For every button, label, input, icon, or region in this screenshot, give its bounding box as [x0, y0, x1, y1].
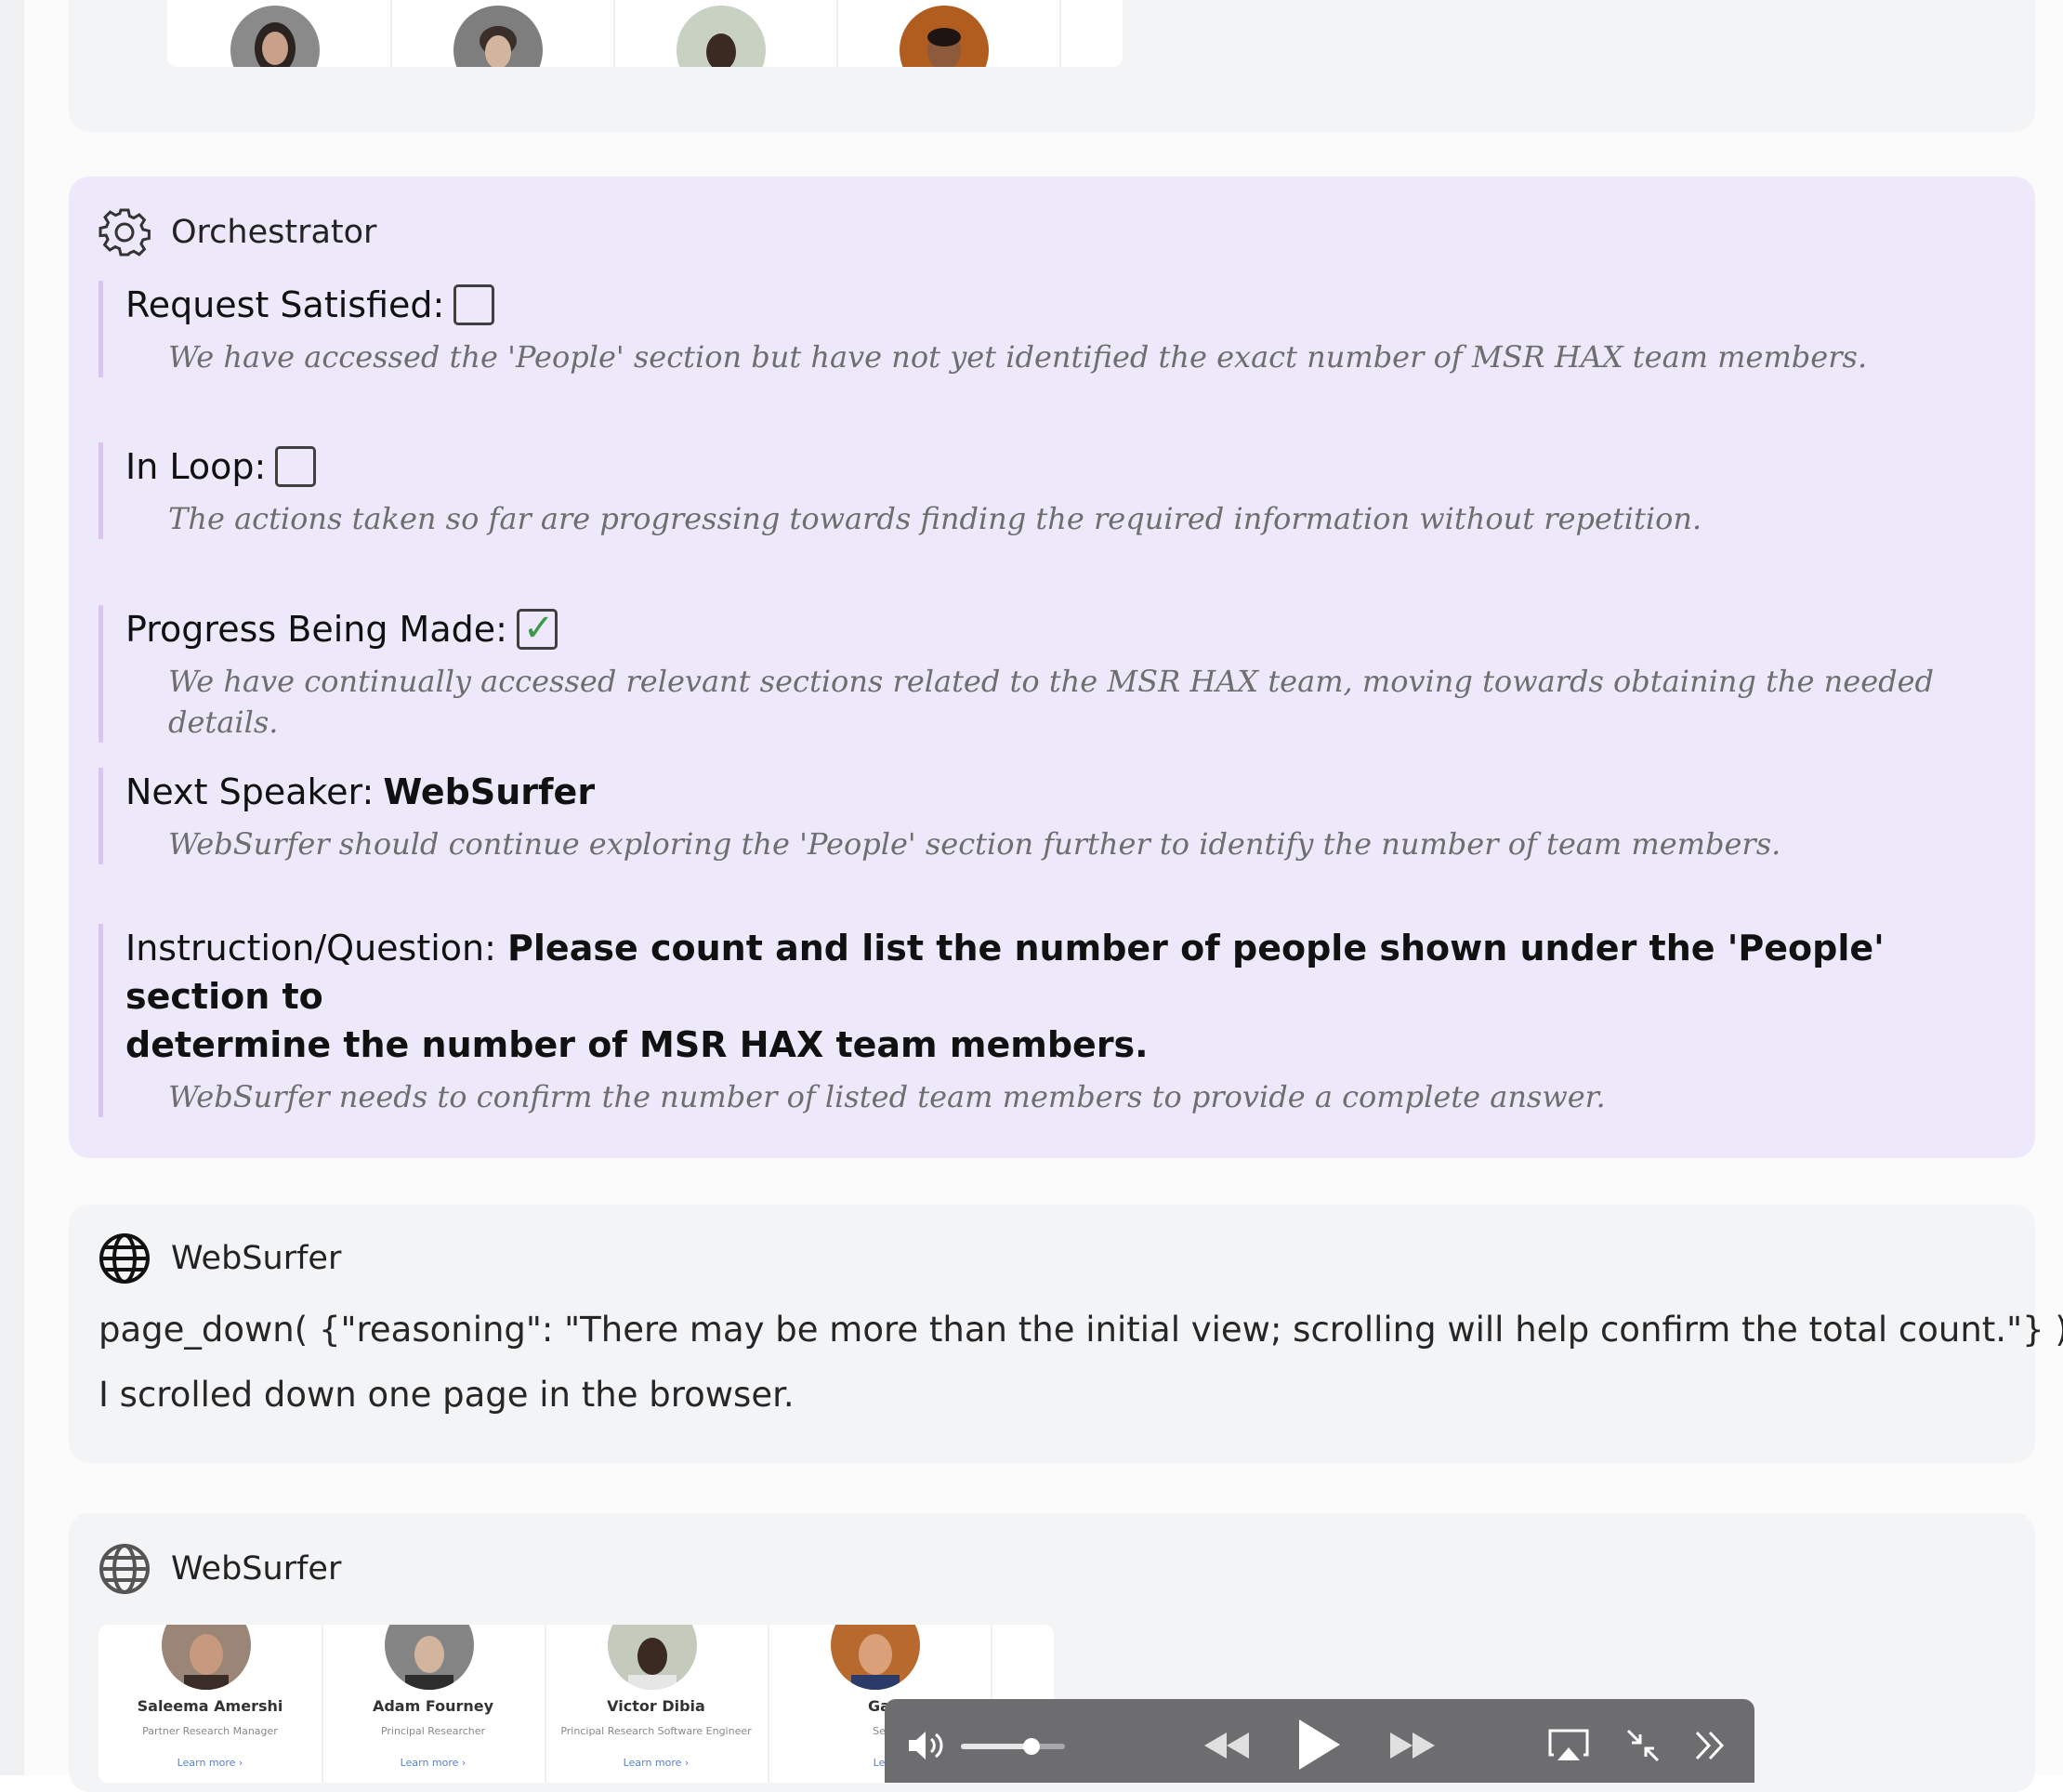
volume-icon[interactable] [905, 1727, 950, 1764]
play-icon[interactable] [1295, 1718, 1342, 1772]
person-name: Adam Fourney [372, 1697, 494, 1715]
avatar [831, 1625, 920, 1690]
airplay-icon[interactable] [1546, 1727, 1591, 1764]
learn-more-link[interactable]: Learn more › [322, 1757, 545, 1769]
volume-knob[interactable] [1023, 1738, 1041, 1755]
person-card: Saleema Amershi Partner Research Manager… [99, 1625, 323, 1783]
rewind-icon[interactable] [1201, 1729, 1253, 1762]
orchestrator-title: Orchestrator [171, 214, 377, 251]
instruction-reason: WebSurfer needs to confirm the number of… [168, 1079, 1606, 1114]
instruction-label: Instruction/Question: [125, 928, 496, 968]
avatar [230, 6, 320, 67]
avatar [608, 1625, 697, 1690]
person-cell [836, 0, 1061, 67]
progress-reason: We have continually accessed relevant se… [168, 664, 1935, 740]
globe-icon [99, 1233, 150, 1284]
left-rail [0, 0, 24, 1775]
avatar [162, 1625, 251, 1690]
video-player-controls [885, 1699, 1754, 1783]
person-cell [167, 0, 392, 67]
request-satisfied-reason: We have accessed the 'People' section bu… [168, 339, 1868, 375]
orchestrator-card: Orchestrator Request Satisfied: We have … [69, 177, 2035, 1158]
globe-icon [99, 1544, 150, 1594]
progress-label: Progress Being Made: [125, 609, 507, 650]
websurfer-title: WebSurfer [171, 1240, 342, 1277]
fast-forward-icon[interactable] [1386, 1729, 1439, 1762]
orchestrator-header: Orchestrator [97, 204, 376, 260]
websurfer-result: I scrolled down one page in the browser. [99, 1375, 795, 1415]
next-speaker-section: Next Speaker: WebSurfer WebSurfer should… [99, 768, 1780, 864]
websurfer-header: WebSurfer [97, 1541, 341, 1597]
avatar [677, 6, 766, 67]
more-icon[interactable] [1691, 1727, 1728, 1764]
websurfer-card: WebSurfer page_down( {"reasoning": "Ther… [69, 1205, 2063, 1463]
person-card: Adam Fourney Principal Researcher Learn … [322, 1625, 546, 1783]
avatar [900, 6, 989, 67]
avatar [453, 6, 543, 67]
person-role: Principal Research Software Engineer [560, 1725, 752, 1737]
websurfer-action: page_down( {"reasoning": "There may be m… [99, 1310, 2063, 1350]
person-role: Partner Research Manager [142, 1725, 278, 1737]
progress-checkbox [516, 604, 558, 652]
next-speaker-label: Next Speaker: [125, 771, 374, 812]
person-cell [390, 0, 615, 67]
gear-icon [99, 208, 151, 257]
person-cell [613, 0, 838, 67]
exit-fullscreen-icon[interactable] [1624, 1727, 1662, 1764]
volume-slider[interactable] [961, 1738, 1065, 1755]
instruction-value-line2: determine the number of MSR HAX team mem… [125, 1024, 1149, 1065]
websurfer-header: WebSurfer [97, 1231, 341, 1286]
websurfer-title: WebSurfer [171, 1550, 342, 1588]
screenshot-people-row [167, 0, 1123, 67]
person-card: Victor Dibia Principal Research Software… [545, 1625, 769, 1783]
volume-fill [961, 1744, 1032, 1749]
in-loop-label: In Loop: [125, 446, 267, 487]
next-speaker-reason: WebSurfer should continue exploring the … [168, 826, 1781, 862]
next-speaker-value: WebSurfer [383, 771, 596, 812]
instruction-section: Instruction/Question: Please count and l… [99, 924, 1965, 1117]
person-name: Victor Dibia [607, 1697, 705, 1715]
request-satisfied-label: Request Satisfied: [125, 284, 445, 325]
in-loop-section: In Loop: The actions taken so far are pr… [99, 442, 1702, 539]
message-card-screenshot [69, 0, 2035, 132]
avatar [385, 1625, 474, 1690]
progress-section: Progress Being Made: We have continually… [99, 604, 2035, 743]
in-loop-checkbox [275, 446, 317, 487]
learn-more-link[interactable]: Learn more › [99, 1757, 322, 1769]
learn-more-link[interactable]: Learn more › [545, 1757, 768, 1769]
request-satisfied-section: Request Satisfied: We have accessed the … [99, 281, 1867, 377]
person-name: Saleema Amershi [137, 1697, 283, 1715]
request-satisfied-checkbox [453, 284, 495, 325]
in-loop-reason: The actions taken so far are progressing… [168, 501, 1702, 536]
person-role: Principal Researcher [380, 1725, 486, 1737]
